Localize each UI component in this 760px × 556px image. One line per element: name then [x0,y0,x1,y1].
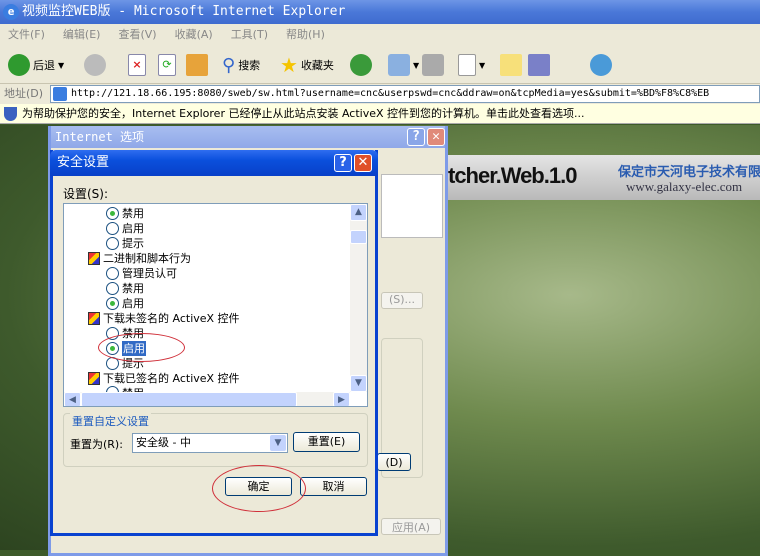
toolbar: 后退 ▼ × ⟳ ⚲ 搜索 ★ 收藏夹 ▼ ▼ [0,46,760,84]
search-icon: ⚲ [222,54,236,76]
history-button[interactable] [350,52,372,78]
reset-level-select[interactable]: 安全级 - 中 ▼ [132,433,288,453]
chevron-down-icon: ▼ [413,60,420,70]
vertical-scrollbar[interactable]: ▲ ▼ [350,204,367,392]
mail-button[interactable]: ▼ [388,52,419,78]
stop-button[interactable]: × [128,52,146,78]
refresh-button[interactable]: ⟳ [158,52,176,78]
favorites-button[interactable]: ★ 收藏夹 [280,52,334,78]
forward-arrow-icon [84,54,106,76]
print-button[interactable] [422,52,444,78]
address-bar: 地址(D) http://121.18.66.195:8080/sweb/sw.… [0,84,760,104]
forward-button[interactable] [84,52,106,78]
information-bar[interactable]: 为帮助保护您的安全，Internet Explorer 已经停止从此站点安装 A… [0,104,760,124]
settings-list[interactable]: 禁用 启用 提示 二进制和脚本行为 管理员认可 禁用 启用 下载未签名的 Act… [63,203,368,407]
home-button[interactable] [186,52,208,78]
chevron-down-icon[interactable]: ▼ [270,435,286,451]
scroll-thumb[interactable] [350,230,367,244]
setting-category-icon [88,252,100,265]
annotation-circle [98,333,185,362]
radio-button[interactable] [106,222,119,235]
discuss-button[interactable] [500,52,522,78]
annotation-circle [212,465,306,512]
menu-tools[interactable]: 工具(T) [231,28,268,41]
menu-bar: 文件(F) 编辑(E) 查看(V) 收藏(A) 工具(T) 帮助(H) [0,24,760,46]
category-unsigned-activex: 下载未签名的 ActiveX 控件 [88,311,240,326]
settings-label: 设置(S): [63,187,109,201]
research-button[interactable] [528,52,550,78]
edit-button[interactable]: ▼ [458,52,485,78]
setting-category-icon [88,372,100,385]
zone-panel [381,174,443,238]
radio-button[interactable] [106,207,119,220]
stop-icon: × [128,54,146,76]
messenger-icon [590,54,612,76]
apply-button[interactable]: 应用(A) [381,518,441,535]
close-button[interactable]: ✕ [354,154,372,172]
option-enable[interactable]: 启用 [106,221,144,236]
menu-edit[interactable]: 编辑(E) [63,28,101,41]
close-button[interactable]: ✕ [427,128,445,146]
scroll-right-icon[interactable]: ▶ [333,392,350,406]
option-enable[interactable]: 启用 [106,296,144,311]
scroll-thumb[interactable] [81,392,297,406]
home-icon [186,54,208,76]
security-settings-title-bar: 安全设置 ? ✕ [50,150,378,176]
site-banner: tcher.Web.1.0 保定市天河电子技术有限公 www.galaxy-el… [448,155,760,200]
security-settings-dialog: 安全设置 ? ✕ 设置(S): 禁用 启用 提示 二进制和脚本行为 管理员认可 … [50,150,378,536]
internet-options-title-bar: Internet 选项 ? ✕ [51,126,445,148]
radio-button[interactable] [106,267,119,280]
window-title: 视频监控WEB版 - Microsoft Internet Explorer [22,4,346,19]
refresh-icon: ⟳ [158,54,176,76]
option-disable[interactable]: 禁用 [106,206,144,221]
scroll-left-icon[interactable]: ◀ [64,392,81,406]
category-signed-activex: 下载已签名的 ActiveX 控件 [88,371,240,386]
reset-custom-settings-group: 重置自定义设置 重置为(R): 安全级 - 中 ▼ 重置(E) [63,413,368,467]
chevron-down-icon: ▼ [58,60,65,70]
scroll-up-icon[interactable]: ▲ [350,204,367,221]
menu-help[interactable]: 帮助(H) [286,28,325,41]
reset-to-label: 重置为(R): [70,438,123,451]
radio-button[interactable] [106,237,119,250]
help-button[interactable]: ? [334,154,352,172]
ie-logo-icon: e [3,4,19,20]
company-url: www.galaxy-elec.com [626,179,743,194]
printer-icon [422,54,444,76]
product-name: tcher.Web.1.0 [448,163,577,188]
menu-file[interactable]: 文件(F) [8,28,45,41]
window-title-bar: e 视频监控WEB版 - Microsoft Internet Explorer [0,0,760,24]
page-icon [53,87,67,101]
shield-icon [4,107,17,121]
history-icon [350,54,372,76]
mail-icon [388,54,410,76]
address-label: 地址(D) [4,87,44,100]
setting-category-icon [88,312,100,325]
research-icon [528,54,550,76]
radio-button[interactable] [106,297,119,310]
default-level-button[interactable]: (D) [377,453,411,471]
note-icon [500,54,522,76]
menu-favorites[interactable]: 收藏(A) [175,28,213,41]
option-admin-approved[interactable]: 管理员认可 [106,266,177,281]
star-icon: ★ [280,53,298,77]
cancel-button[interactable]: 取消 [300,477,367,496]
reset-button[interactable]: 重置(E) [293,432,360,452]
word-icon [458,54,476,76]
company-name: 保定市天河电子技术有限公 [618,165,760,180]
back-arrow-icon [8,54,30,76]
back-button[interactable]: 后退 ▼ [8,52,64,78]
messenger-button[interactable] [590,52,612,78]
option-prompt[interactable]: 提示 [106,236,144,251]
custom-level-button[interactable]: (S)... [381,292,423,309]
menu-view[interactable]: 查看(V) [118,28,156,41]
scroll-down-icon[interactable]: ▼ [350,375,367,392]
radio-button[interactable] [106,282,119,295]
option-disable[interactable]: 禁用 [106,281,144,296]
horizontal-scrollbar[interactable]: ◀ ▶ [64,392,350,406]
help-button[interactable]: ? [407,128,425,146]
search-button[interactable]: ⚲ 搜索 [222,52,260,78]
chevron-down-icon: ▼ [479,60,486,70]
address-input[interactable]: http://121.18.66.195:8080/sweb/sw.html?u… [50,85,760,103]
category-binary-script: 二进制和脚本行为 [88,251,191,266]
